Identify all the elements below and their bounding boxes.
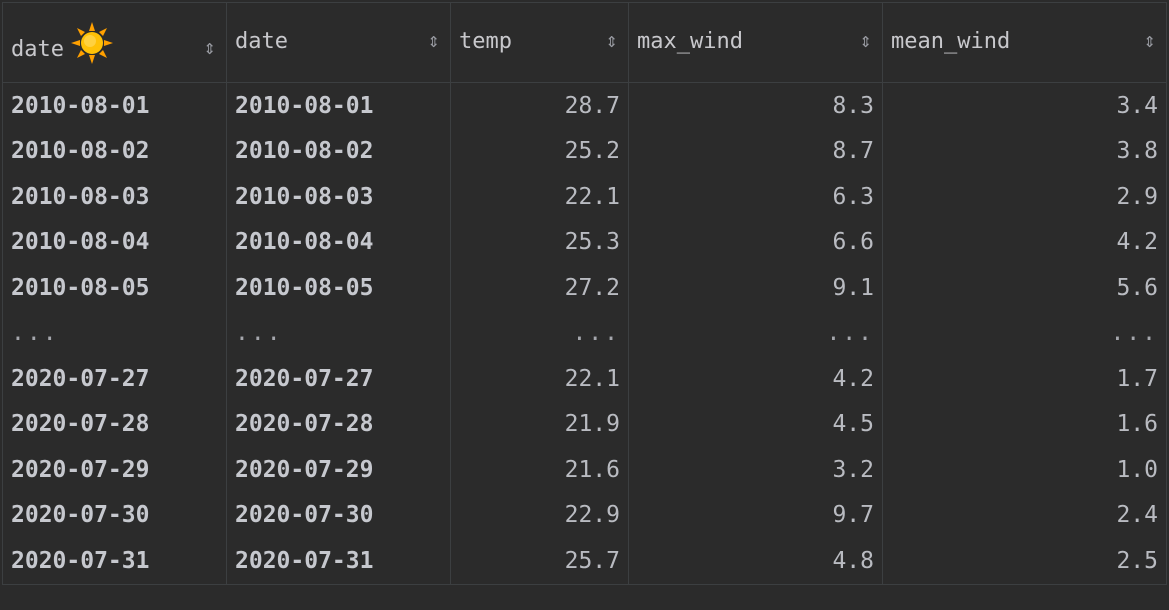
index-cell: 2020-07-29 — [2, 447, 227, 493]
ellipsis-cell: ... — [450, 310, 629, 356]
mean-wind-cell: 1.0 — [882, 447, 1167, 493]
table-row: 2010-08-02 2010-08-02 25.2 8.7 3.8 — [2, 128, 1167, 174]
mean-wind-cell: 2.4 — [882, 492, 1167, 538]
mean-wind-cell: 4.2 — [882, 219, 1167, 265]
max-wind-cell: 4.2 — [628, 356, 883, 402]
column-header-label: date — [235, 29, 288, 54]
ellipsis-cell: ... — [2, 310, 227, 356]
column-header-label: mean_wind — [891, 29, 1011, 54]
table-body: 2010-08-01 2010-08-01 28.7 8.3 3.4 2010-… — [2, 82, 1167, 585]
table-row: 2020-07-31 2020-07-31 25.7 4.8 2.5 — [2, 538, 1167, 585]
column-header-label: date — [11, 36, 64, 62]
sun-emoji-icon — [70, 21, 114, 65]
column-header-temp[interactable]: temp ⇕ — [450, 2, 629, 83]
date-cell: 2020-07-28 — [226, 401, 451, 447]
table-row: 2010-08-01 2010-08-01 28.7 8.3 3.4 — [2, 82, 1167, 129]
ellipsis-cell: ... — [628, 310, 883, 356]
temp-cell: 28.7 — [450, 82, 629, 129]
column-header-label: temp — [459, 29, 512, 54]
dataframe-viewer: date ⇕ date ⇕ temp ⇕ max_wind ⇕ mean_win… — [0, 0, 1169, 610]
sort-arrows-icon[interactable]: ⇕ — [1143, 33, 1156, 51]
table-row: 2020-07-28 2020-07-28 21.9 4.5 1.6 — [2, 401, 1167, 447]
max-wind-cell: 4.5 — [628, 401, 883, 447]
data-table: date ⇕ date ⇕ temp ⇕ max_wind ⇕ mean_win… — [2, 2, 1167, 585]
max-wind-cell: 3.2 — [628, 447, 883, 493]
max-wind-cell: 8.3 — [628, 82, 883, 129]
temp-cell: 22.1 — [450, 174, 629, 220]
header-row: date ⇕ date ⇕ temp ⇕ max_wind ⇕ mean_win… — [2, 2, 1167, 83]
max-wind-cell: 9.7 — [628, 492, 883, 538]
column-header-mean-wind[interactable]: mean_wind ⇕ — [882, 2, 1167, 83]
date-cell: 2020-07-27 — [226, 356, 451, 402]
max-wind-cell: 6.6 — [628, 219, 883, 265]
ellipsis-row: ... ... ... ... ... — [2, 310, 1167, 356]
table-row: 2020-07-29 2020-07-29 21.6 3.2 1.0 — [2, 447, 1167, 493]
temp-cell: 21.6 — [450, 447, 629, 493]
index-cell: 2010-08-05 — [2, 265, 227, 311]
temp-cell: 27.2 — [450, 265, 629, 311]
date-cell: 2010-08-01 — [226, 82, 451, 129]
index-cell: 2010-08-03 — [2, 174, 227, 220]
date-cell: 2020-07-31 — [226, 538, 451, 585]
sort-arrows-icon[interactable]: ⇕ — [605, 33, 618, 51]
column-header-date-index[interactable]: date ⇕ — [2, 2, 227, 83]
sort-arrows-icon[interactable]: ⇕ — [427, 33, 440, 51]
temp-cell: 25.7 — [450, 538, 629, 585]
max-wind-cell: 9.1 — [628, 265, 883, 311]
date-cell: 2020-07-29 — [226, 447, 451, 493]
column-header-max-wind[interactable]: max_wind ⇕ — [628, 2, 883, 83]
mean-wind-cell: 5.6 — [882, 265, 1167, 311]
mean-wind-cell: 1.6 — [882, 401, 1167, 447]
ellipsis-cell: ... — [226, 310, 451, 356]
date-cell: 2010-08-02 — [226, 128, 451, 174]
sort-arrows-icon[interactable]: ⇕ — [859, 33, 872, 51]
date-cell: 2010-08-05 — [226, 265, 451, 311]
mean-wind-cell: 1.7 — [882, 356, 1167, 402]
mean-wind-cell: 2.5 — [882, 538, 1167, 585]
temp-cell: 25.2 — [450, 128, 629, 174]
index-cell: 2020-07-28 — [2, 401, 227, 447]
index-cell: 2010-08-04 — [2, 219, 227, 265]
index-cell: 2020-07-27 — [2, 356, 227, 402]
mean-wind-cell: 2.9 — [882, 174, 1167, 220]
sort-arrows-icon[interactable]: ⇕ — [203, 40, 216, 58]
index-cell: 2020-07-30 — [2, 492, 227, 538]
temp-cell: 22.1 — [450, 356, 629, 402]
index-cell: 2020-07-31 — [2, 538, 227, 585]
temp-cell: 21.9 — [450, 401, 629, 447]
date-cell: 2010-08-03 — [226, 174, 451, 220]
index-cell: 2010-08-02 — [2, 128, 227, 174]
date-cell: 2010-08-04 — [226, 219, 451, 265]
table-row: 2010-08-04 2010-08-04 25.3 6.6 4.2 — [2, 219, 1167, 265]
index-cell: 2010-08-01 — [2, 82, 227, 129]
table-row: 2010-08-05 2010-08-05 27.2 9.1 5.6 — [2, 265, 1167, 311]
mean-wind-cell: 3.4 — [882, 82, 1167, 129]
column-header-label: max_wind — [637, 29, 743, 54]
table-row: 2020-07-27 2020-07-27 22.1 4.2 1.7 — [2, 356, 1167, 402]
max-wind-cell: 8.7 — [628, 128, 883, 174]
table-row: 2010-08-03 2010-08-03 22.1 6.3 2.9 — [2, 174, 1167, 220]
column-header-date[interactable]: date ⇕ — [226, 2, 451, 83]
max-wind-cell: 4.8 — [628, 538, 883, 585]
max-wind-cell: 6.3 — [628, 174, 883, 220]
date-cell: 2020-07-30 — [226, 492, 451, 538]
temp-cell: 22.9 — [450, 492, 629, 538]
table-row: 2020-07-30 2020-07-30 22.9 9.7 2.4 — [2, 492, 1167, 538]
mean-wind-cell: 3.8 — [882, 128, 1167, 174]
temp-cell: 25.3 — [450, 219, 629, 265]
ellipsis-cell: ... — [882, 310, 1167, 356]
